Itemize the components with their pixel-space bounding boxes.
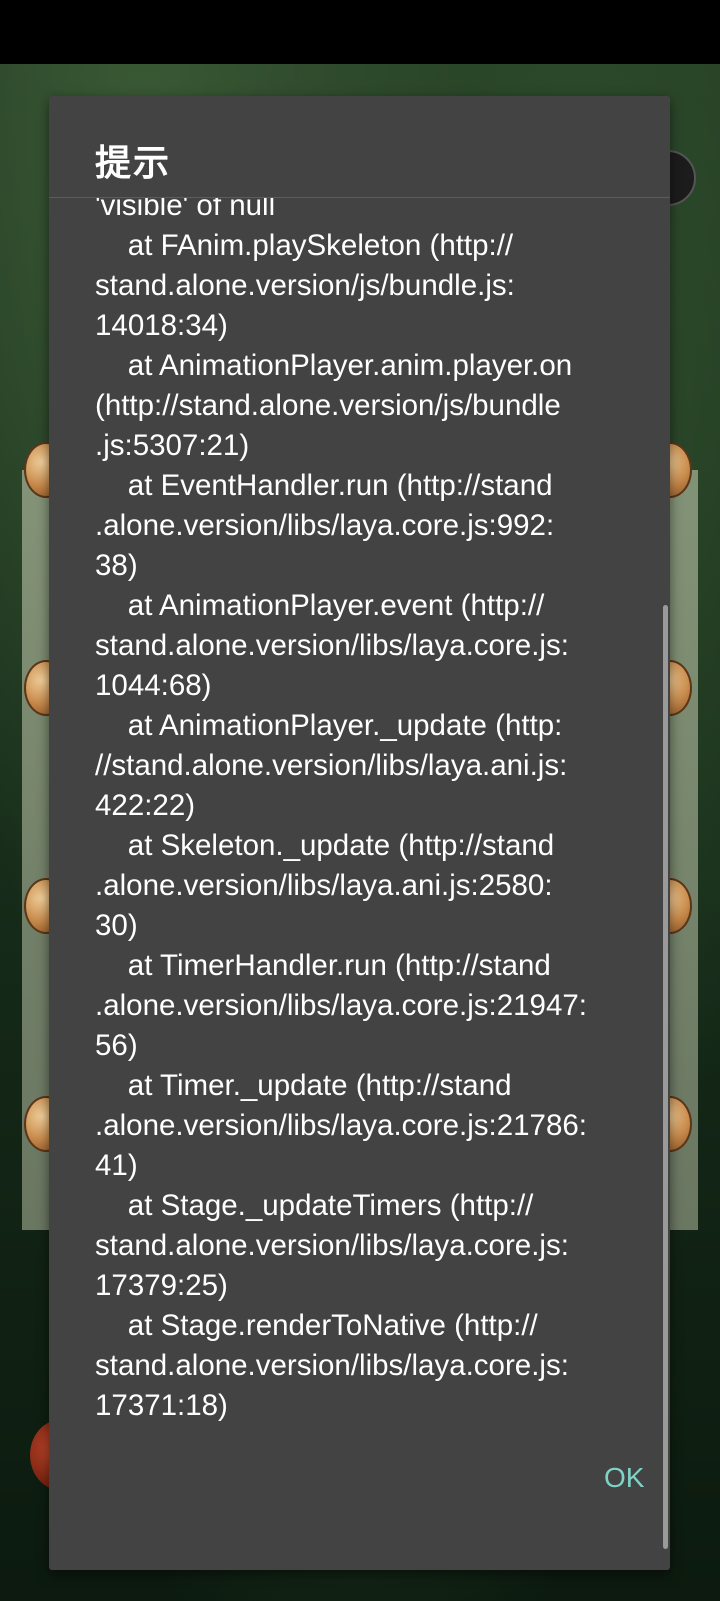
- screen: 提示 'visible' of null at FAnim.playSkelet…: [0, 0, 720, 1601]
- ok-button[interactable]: OK: [604, 1462, 644, 1494]
- dialog-title: 提示: [95, 143, 172, 184]
- dialog-message-scroll-area[interactable]: 'visible' of null at FAnim.playSkeleton …: [49, 198, 670, 1544]
- error-message-text: 'visible' of null at FAnim.playSkeleton …: [95, 198, 587, 1422]
- scrollbar[interactable]: [663, 605, 668, 1549]
- status-bar: [0, 0, 720, 64]
- alert-dialog: 提示 'visible' of null at FAnim.playSkelet…: [49, 96, 670, 1570]
